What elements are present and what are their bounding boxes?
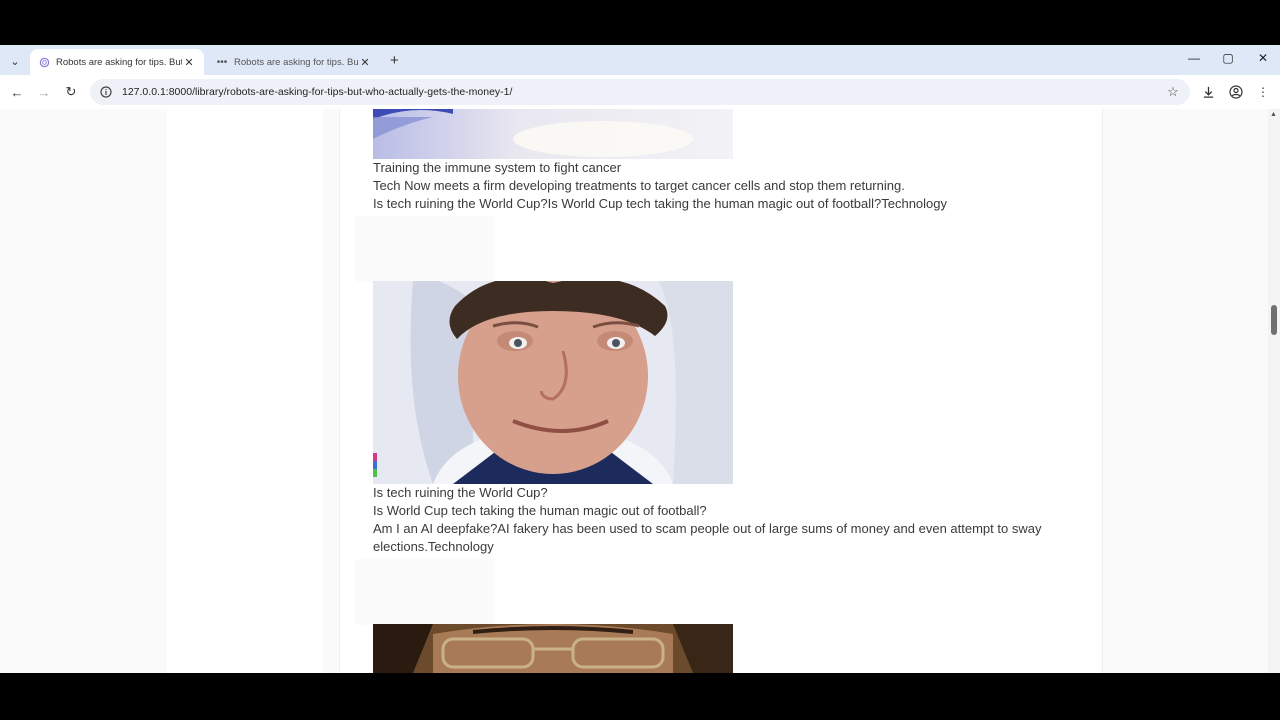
window-close-icon[interactable]: ✕ bbox=[1253, 51, 1273, 65]
address-bar[interactable]: 127.0.0.1:8000/library/robots-are-asking… bbox=[90, 79, 1190, 105]
screen-top-letterbox bbox=[0, 0, 1280, 45]
loading-dots-icon: ••• bbox=[216, 56, 228, 68]
article-title[interactable]: Training the immune system to fight canc… bbox=[373, 159, 621, 177]
left-column bbox=[167, 109, 323, 673]
article-column: Training the immune system to fight canc… bbox=[339, 109, 1103, 673]
related-link[interactable]: Am I an AI deepfake?AI fakery has been u… bbox=[373, 520, 1073, 556]
page-viewport: Training the immune system to fight canc… bbox=[0, 109, 1268, 673]
scroll-up-arrow-icon[interactable]: ▲ bbox=[1270, 111, 1277, 118]
back-arrow-icon[interactable]: ← bbox=[9, 84, 25, 100]
tab-strip: ⌄ Robots are asking for tips. But w ✕ ••… bbox=[0, 45, 1280, 75]
article-summary: Tech Now meets a firm developing treatme… bbox=[373, 178, 905, 193]
image-placeholder bbox=[355, 559, 495, 625]
article-summary: Is World Cup tech taking the human magic… bbox=[373, 503, 707, 518]
site-info-icon[interactable] bbox=[98, 84, 114, 100]
tab-search-icon[interactable]: ⌄ bbox=[6, 52, 24, 70]
url-text[interactable]: 127.0.0.1:8000/library/robots-are-asking… bbox=[122, 86, 1164, 98]
tab-close-icon[interactable]: ✕ bbox=[182, 56, 196, 69]
tab-inactive[interactable]: ••• Robots are asking for tips. But w ✕ bbox=[208, 49, 380, 75]
restore-icon[interactable]: ▢ bbox=[1218, 51, 1238, 65]
spinner-icon bbox=[38, 56, 50, 68]
article-title[interactable]: Is tech ruining the World Cup? bbox=[373, 484, 548, 502]
article-image-partial bbox=[373, 109, 733, 159]
reload-icon[interactable]: ↻ bbox=[63, 84, 79, 100]
related-link[interactable]: Is tech ruining the World Cup?Is World C… bbox=[373, 195, 947, 213]
scrollbar-thumb[interactable] bbox=[1271, 305, 1277, 335]
tab-close-icon[interactable]: ✕ bbox=[358, 56, 372, 69]
bookmark-star-icon[interactable]: ☆ bbox=[1164, 84, 1182, 100]
article-photo-partial bbox=[373, 624, 733, 673]
vertical-scrollbar[interactable]: ▲ bbox=[1268, 109, 1280, 673]
forward-arrow-icon[interactable]: → bbox=[36, 84, 52, 100]
profile-icon[interactable] bbox=[1228, 84, 1244, 100]
article-photo bbox=[373, 281, 733, 484]
download-icon[interactable] bbox=[1200, 84, 1216, 100]
tab-title: Robots are asking for tips. But w bbox=[56, 56, 182, 68]
image-placeholder bbox=[355, 216, 495, 282]
screen-bottom-letterbox bbox=[0, 673, 1280, 720]
new-tab-icon[interactable]: + bbox=[390, 52, 399, 69]
browser-toolbar: ← → ↻ 127.0.0.1:8000/library/robots-are-… bbox=[0, 75, 1280, 109]
minimize-icon[interactable]: — bbox=[1184, 51, 1204, 65]
tab-active[interactable]: Robots are asking for tips. But w ✕ bbox=[30, 49, 204, 75]
tab-title: Robots are asking for tips. But w bbox=[234, 56, 358, 68]
more-menu-icon[interactable]: ⋮ bbox=[1255, 84, 1271, 100]
